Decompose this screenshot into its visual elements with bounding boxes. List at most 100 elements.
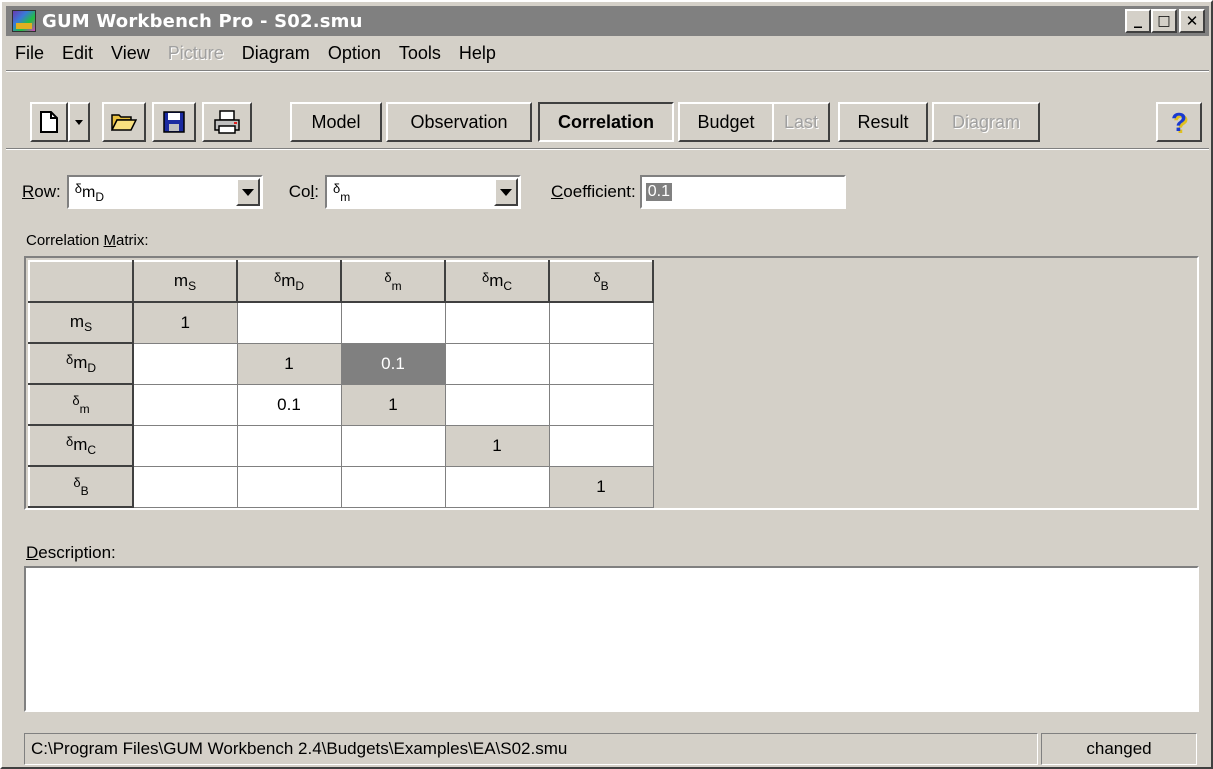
result-button[interactable]: Result [838, 102, 928, 142]
row-select[interactable]: δmD [66, 175, 263, 209]
close-button[interactable]: ✕ [1179, 9, 1205, 33]
matrix-cell[interactable]: 1 [548, 465, 654, 508]
row-header[interactable]: mS [28, 301, 134, 344]
last-button[interactable]: Last [772, 102, 830, 142]
matrix-label: Correlation Matrix: [26, 232, 149, 249]
col-select-value: δm [333, 180, 351, 204]
matrix-row: δm 0.1 1 [28, 383, 654, 426]
matrix-cell[interactable] [340, 424, 446, 467]
description-textarea[interactable] [24, 566, 1199, 712]
column-header[interactable]: δmC [444, 260, 550, 303]
maximize-button[interactable]: □ [1151, 9, 1177, 33]
window-title: GUM Workbench Pro - S02.smu [42, 10, 363, 32]
correlation-selectors: Row: δmD Col: δm Coefficient: 0.1 [22, 174, 846, 210]
col-select-arrow[interactable] [494, 178, 518, 206]
row-header[interactable]: δB [28, 465, 134, 508]
matrix-cell[interactable]: 1 [132, 301, 238, 344]
menu-diagram[interactable]: Diagram [233, 43, 319, 64]
toolbar-divider [6, 70, 1209, 72]
toolbar-divider [6, 148, 1209, 150]
menu-tools[interactable]: Tools [390, 43, 450, 64]
menu-edit[interactable]: Edit [53, 43, 102, 64]
status-state: changed [1041, 733, 1197, 765]
matrix-cell[interactable] [132, 424, 238, 467]
matrix-cell[interactable]: 1 [236, 342, 342, 385]
maximize-icon: □ [1157, 13, 1171, 29]
matrix-cell[interactable] [548, 383, 654, 426]
matrix-cell[interactable] [340, 465, 446, 508]
matrix-cell[interactable] [444, 342, 550, 385]
printer-icon [214, 110, 240, 134]
matrix-cell[interactable] [548, 424, 654, 467]
matrix-cell[interactable] [132, 383, 238, 426]
row-label: Row: [22, 182, 61, 201]
new-file-dropdown-button[interactable] [68, 102, 90, 142]
matrix-cell[interactable] [236, 301, 342, 344]
matrix-cell[interactable] [340, 301, 446, 344]
column-header[interactable]: mS [132, 260, 238, 303]
matrix-cell[interactable]: 0.1 [236, 383, 342, 426]
row-header[interactable]: δmC [28, 424, 134, 467]
matrix-cell[interactable] [548, 342, 654, 385]
minimize-icon: _ [1134, 8, 1142, 28]
app-icon[interactable] [12, 10, 36, 32]
matrix-cell[interactable] [236, 424, 342, 467]
matrix-cell-selected[interactable]: 0.1 [340, 342, 446, 385]
open-folder-icon [111, 114, 137, 131]
save-button[interactable] [152, 102, 196, 142]
matrix-row: δB 1 [28, 465, 654, 508]
diagram-button[interactable]: Diagram [932, 102, 1040, 142]
description-label: Description: [26, 543, 116, 562]
help-icon: ? [1171, 106, 1187, 137]
minimize-button[interactable]: _ [1125, 9, 1151, 33]
chevron-down-icon [241, 188, 254, 196]
row-select-value: δmD [74, 180, 104, 204]
matrix-cell[interactable] [132, 342, 238, 385]
status-file-path: C:\Program Files\GUM Workbench 2.4\Budge… [24, 733, 1038, 765]
print-button[interactable] [202, 102, 252, 142]
chevron-down-icon [500, 188, 512, 196]
col-select[interactable]: δm [325, 175, 521, 209]
column-header[interactable]: δmD [236, 260, 342, 303]
matrix-cell[interactable]: 1 [444, 424, 550, 467]
matrix-grid: mS δmD δm δmC δB mS 1 δmD 1 0.1 δm 0.1 1… [28, 260, 654, 508]
menu-picture[interactable]: Picture [159, 43, 233, 64]
matrix-corner [28, 260, 134, 303]
menu-file[interactable]: File [6, 43, 53, 64]
matrix-cell[interactable] [132, 465, 238, 508]
new-file-icon [40, 111, 58, 133]
column-header[interactable]: δm [340, 260, 446, 303]
title-bar[interactable]: GUM Workbench Pro - S02.smu _ □ ✕ [6, 6, 1209, 36]
menu-option[interactable]: Option [319, 43, 390, 64]
budget-button[interactable]: Budget [678, 102, 774, 142]
menu-help[interactable]: Help [450, 43, 505, 64]
matrix-row: δmD 1 0.1 [28, 342, 654, 385]
correlation-button[interactable]: Correlation [538, 102, 674, 142]
coefficient-input[interactable]: 0.1 [639, 175, 846, 209]
matrix-cell[interactable] [444, 383, 550, 426]
toolbar: Model Observation Correlation Budget Las… [6, 70, 1209, 152]
row-header[interactable]: δm [28, 383, 134, 426]
floppy-disk-icon [163, 111, 185, 133]
matrix-cell[interactable] [548, 301, 654, 344]
column-header[interactable]: δB [548, 260, 654, 303]
help-button[interactable]: ? [1156, 102, 1202, 142]
matrix-header-row: mS δmD δm δmC δB [28, 260, 654, 303]
matrix-cell[interactable] [444, 465, 550, 508]
correlation-matrix[interactable]: mS δmD δm δmC δB mS 1 δmD 1 0.1 δm 0.1 1… [24, 256, 1199, 510]
matrix-cell[interactable] [444, 301, 550, 344]
model-button[interactable]: Model [290, 102, 382, 142]
row-header[interactable]: δmD [28, 342, 134, 385]
open-file-button[interactable] [102, 102, 146, 142]
menu-bar: File Edit View Picture Diagram Option To… [6, 38, 505, 68]
matrix-row: δmC 1 [28, 424, 654, 467]
row-select-arrow[interactable] [235, 178, 260, 206]
menu-view[interactable]: View [102, 43, 159, 64]
observation-button[interactable]: Observation [386, 102, 532, 142]
coefficient-label: Coefficient: [551, 182, 636, 201]
col-label: Col: [288, 182, 319, 201]
matrix-cell[interactable] [236, 465, 342, 508]
new-file-button[interactable] [30, 102, 68, 142]
matrix-cell[interactable]: 1 [340, 383, 446, 426]
app-window: GUM Workbench Pro - S02.smu _ □ ✕ File E… [0, 0, 1213, 769]
